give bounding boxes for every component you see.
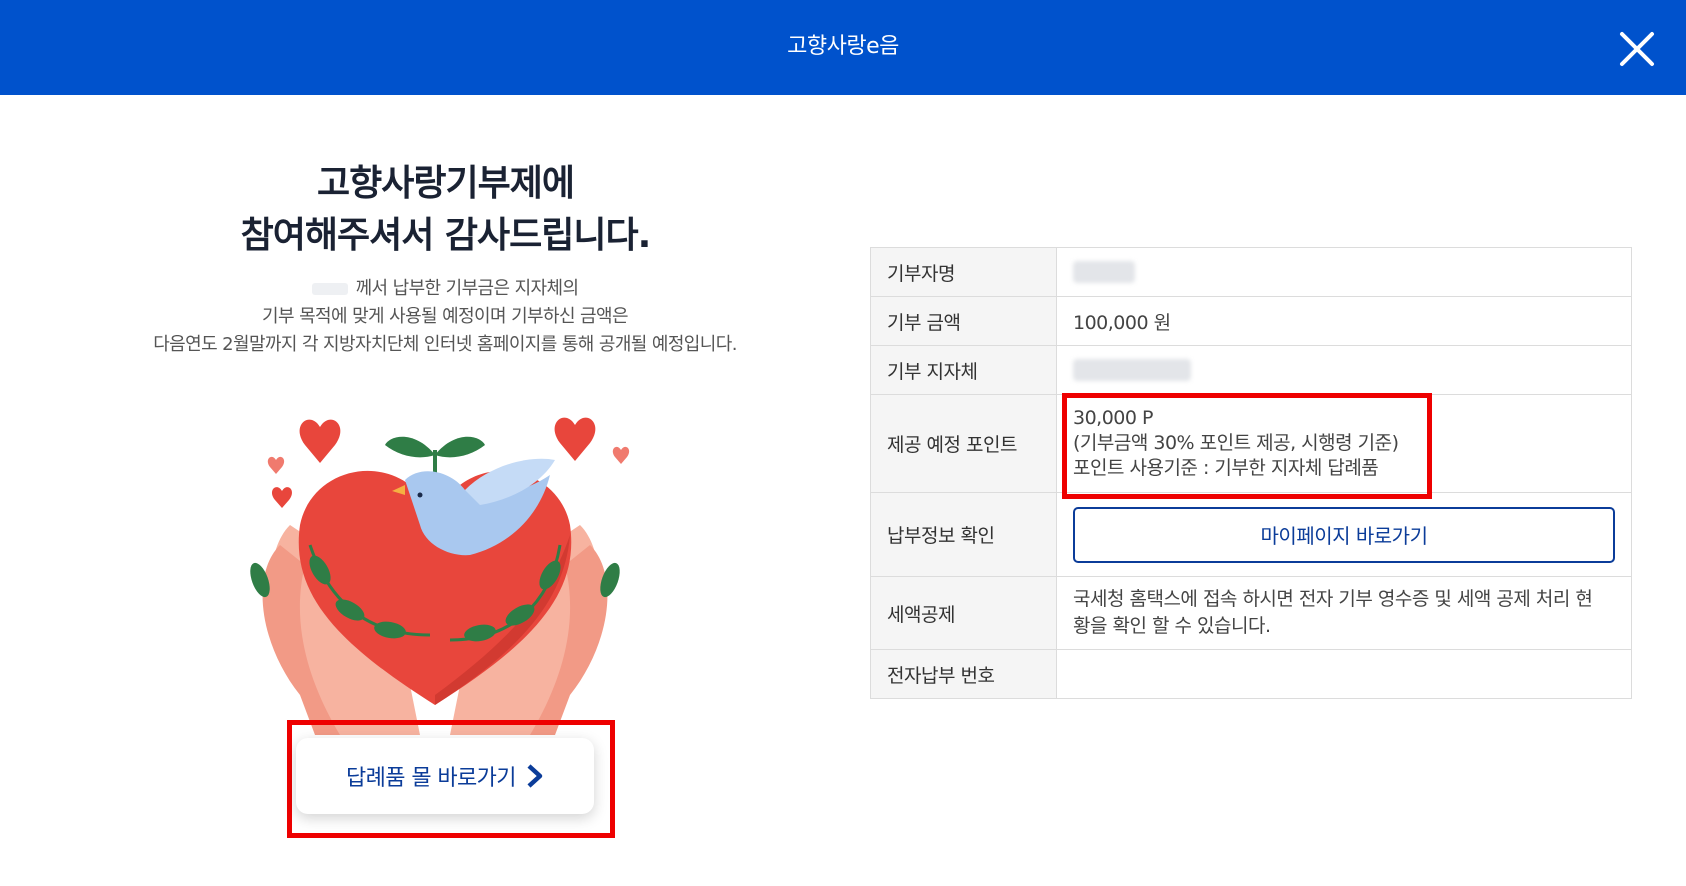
donation-info-table: 기부자명 기부 금액 100,000 원 기부 지자체 제공 예정 포인트 30… <box>870 247 1632 699</box>
donor-name-redacted <box>1073 261 1135 284</box>
gift-mall-button[interactable]: 답례품 몰 바로가기 <box>296 738 594 814</box>
value-e-payment <box>1056 649 1632 699</box>
table-row-payment-info: 납부정보 확인 마이페이지 바로가기 <box>870 492 1632 577</box>
gift-mall-button-label: 답례품 몰 바로가기 <box>346 766 517 791</box>
table-row-e-payment: 전자납부 번호 <box>870 649 1632 699</box>
donation-description: 께서 납부한 기부금은 지자체의 기부 목적에 맞게 사용될 예정이며 기부하신… <box>100 275 790 359</box>
value-payment-info: 마이페이지 바로가기 <box>1056 492 1632 577</box>
desc-line1: 께서 납부한 기부금은 지자체의 <box>355 278 579 299</box>
donor-name-redacted <box>311 283 348 295</box>
table-row-tax: 세액공제 국세청 홈택스에 접속 하시면 전자 기부 영수증 및 세액 공제 처… <box>870 576 1632 650</box>
thanks-title-line1: 고향사랑기부제에 <box>317 163 575 204</box>
label-amount: 기부 금액 <box>870 296 1057 346</box>
mypage-button[interactable]: 마이페이지 바로가기 <box>1073 506 1615 563</box>
value-points: 30,000 P (기부금액 30% 포인트 제공, 시행령 기준) 포인트 사… <box>1056 394 1632 493</box>
desc-line3: 다음연도 2월말까지 각 지방자치단체 인터넷 홈페이지를 통해 공개될 예정입… <box>153 334 737 355</box>
value-amount: 100,000 원 <box>1056 296 1632 346</box>
desc-line2: 기부 목적에 맞게 사용될 예정이며 기부하신 금액은 <box>262 306 628 327</box>
label-tax: 세액공제 <box>870 576 1057 650</box>
label-municipality: 기부 지자체 <box>870 345 1057 395</box>
label-donor-name: 기부자명 <box>870 247 1057 297</box>
label-payment-info: 납부정보 확인 <box>870 492 1057 577</box>
heart-hands-dove-illustration <box>220 405 650 745</box>
header-title: 고향사랑e음 <box>787 34 899 59</box>
header-bar: 고향사랑e음 <box>0 0 1686 95</box>
table-row-points: 제공 예정 포인트 30,000 P (기부금액 30% 포인트 제공, 시행령… <box>870 394 1632 493</box>
label-points: 제공 예정 포인트 <box>870 394 1057 493</box>
points-usage: 포인트 사용기준 : 기부한 지자체 답례품 <box>1073 457 1379 479</box>
chevron-right-icon <box>527 764 543 788</box>
table-row-donor-name: 기부자명 <box>870 247 1632 297</box>
thanks-title-line2: 참여해주셔서 감사드립니다. <box>240 215 652 256</box>
label-e-payment: 전자납부 번호 <box>870 649 1057 699</box>
tax-line2: 황을 확인 할 수 있습니다. <box>1073 615 1271 637</box>
thanks-title: 고향사랑기부제에 참여해주셔서 감사드립니다. <box>120 158 771 262</box>
value-tax: 국세청 홈택스에 접속 하시면 전자 기부 영수증 및 세액 공제 처리 현 황… <box>1056 576 1632 650</box>
close-icon[interactable] <box>1618 30 1656 68</box>
points-amount: 30,000 P <box>1073 407 1153 429</box>
table-row-municipality: 기부 지자체 <box>870 345 1632 395</box>
points-basis: (기부금액 30% 포인트 제공, 시행령 기준) <box>1073 432 1399 454</box>
value-donor-name <box>1056 247 1632 297</box>
tax-line1: 국세청 홈택스에 접속 하시면 전자 기부 영수증 및 세액 공제 처리 현 <box>1073 588 1593 610</box>
value-municipality <box>1056 345 1632 395</box>
municipality-redacted <box>1073 359 1191 382</box>
table-row-amount: 기부 금액 100,000 원 <box>870 296 1632 346</box>
